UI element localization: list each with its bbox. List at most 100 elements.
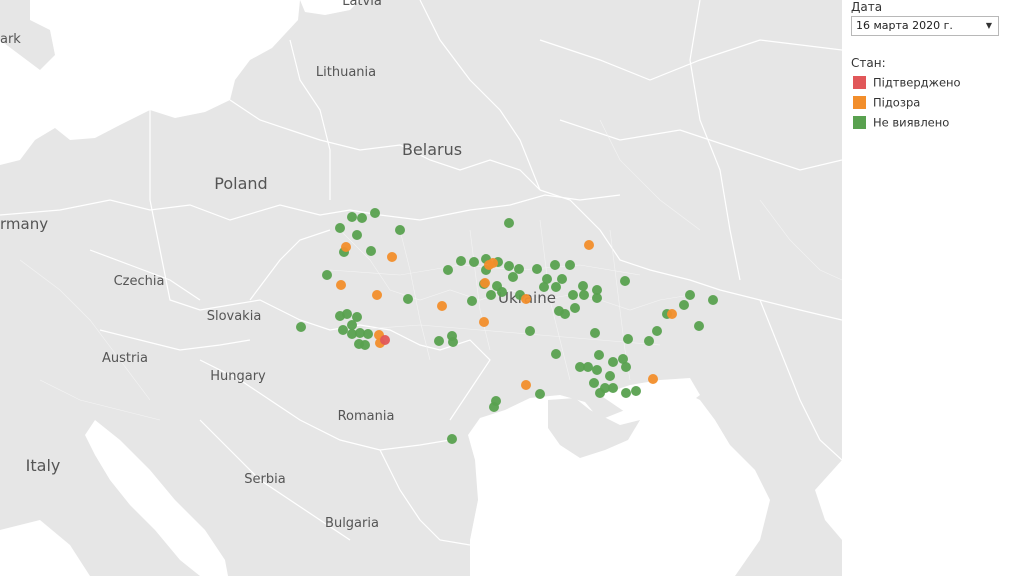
marker-suspected-15[interactable] xyxy=(648,374,658,384)
marker-not-detected-31[interactable] xyxy=(467,296,477,306)
marker-not-detected-81[interactable] xyxy=(535,389,545,399)
marker-not-detected-68[interactable] xyxy=(608,357,618,367)
marker-not-detected-4[interactable] xyxy=(352,230,362,240)
marker-not-detected-41[interactable] xyxy=(560,309,570,319)
marker-not-detected-52[interactable] xyxy=(354,339,364,349)
label-denmark: ark xyxy=(0,32,21,47)
label-poland: Poland xyxy=(214,174,267,193)
marker-suspected-14[interactable] xyxy=(521,380,531,390)
marker-suspected-7[interactable] xyxy=(437,301,447,311)
marker-not-detected-42[interactable] xyxy=(296,322,306,332)
marker-not-detected-6[interactable] xyxy=(366,246,376,256)
marker-not-detected-44[interactable] xyxy=(342,309,352,319)
marker-suspected-0[interactable] xyxy=(341,242,351,252)
marker-not-detected-77[interactable] xyxy=(608,383,618,393)
legend-label-suspected: Підозра xyxy=(873,95,921,110)
legend-item-suspected[interactable]: Підозра xyxy=(853,95,921,110)
date-dropdown-value: 16 марта 2020 г. xyxy=(856,19,953,32)
marker-not-detected-60[interactable] xyxy=(652,326,662,336)
marker-not-detected-67[interactable] xyxy=(594,350,604,360)
marker-not-detected-59[interactable] xyxy=(644,336,654,346)
dropdown-arrow-icon[interactable]: ▼ xyxy=(986,17,992,35)
marker-suspected-3[interactable] xyxy=(372,290,382,300)
marker-not-detected-63[interactable] xyxy=(685,290,695,300)
date-dropdown[interactable]: 16 марта 2020 г. ▼ xyxy=(851,16,999,36)
marker-suspected-5[interactable] xyxy=(488,258,498,268)
marker-not-detected-35[interactable] xyxy=(551,282,561,292)
marker-suspected-8[interactable] xyxy=(521,294,531,304)
marker-suspected-11[interactable] xyxy=(667,309,677,319)
marker-not-detected-30[interactable] xyxy=(486,290,496,300)
marker-not-detected-13[interactable] xyxy=(469,257,479,267)
marker-not-detected-56[interactable] xyxy=(525,326,535,336)
marker-confirmed-0[interactable] xyxy=(380,335,390,345)
date-filter-title: Дата xyxy=(851,0,883,14)
marker-not-detected-26[interactable] xyxy=(557,274,567,284)
marker-not-detected-73[interactable] xyxy=(592,365,602,375)
marker-not-detected-11[interactable] xyxy=(443,265,453,275)
side-panel: Дата 16 марта 2020 г. ▼ Стан: Підтвердже… xyxy=(842,0,1009,576)
marker-not-detected-47[interactable] xyxy=(338,325,348,335)
marker-not-detected-0[interactable] xyxy=(347,212,357,222)
marker-not-detected-9[interactable] xyxy=(403,294,413,304)
marker-suspected-1[interactable] xyxy=(387,252,397,262)
marker-not-detected-64[interactable] xyxy=(708,295,718,305)
marker-not-detected-19[interactable] xyxy=(532,264,542,274)
marker-not-detected-57[interactable] xyxy=(590,328,600,338)
marker-not-detected-17[interactable] xyxy=(504,261,514,271)
marker-suspected-2[interactable] xyxy=(336,280,346,290)
map-canvas[interactable]: Latvia Lithuania Belarus Poland rmany ar… xyxy=(0,0,842,576)
marker-not-detected-18[interactable] xyxy=(514,264,524,274)
marker-suspected-9[interactable] xyxy=(479,317,489,327)
marker-not-detected-21[interactable] xyxy=(565,260,575,270)
marker-not-detected-3[interactable] xyxy=(335,223,345,233)
marker-not-detected-2[interactable] xyxy=(370,208,380,218)
label-slovakia: Slovakia xyxy=(207,309,262,324)
marker-not-detected-27[interactable] xyxy=(578,281,588,291)
map-view[interactable]: Latvia Lithuania Belarus Poland rmany ar… xyxy=(0,0,842,576)
marker-not-detected-29[interactable] xyxy=(620,276,630,286)
legend-swatch-confirmed xyxy=(853,76,866,89)
marker-not-detected-72[interactable] xyxy=(583,362,593,372)
label-romania: Romania xyxy=(338,409,395,424)
legend-item-not-detected[interactable]: Не виявлено xyxy=(853,115,950,130)
marker-not-detected-12[interactable] xyxy=(456,256,466,266)
marker-not-detected-83[interactable] xyxy=(489,402,499,412)
marker-not-detected-20[interactable] xyxy=(550,260,560,270)
marker-not-detected-66[interactable] xyxy=(551,349,561,359)
legend-label-confirmed: Підтверджено xyxy=(873,75,961,90)
marker-not-detected-10[interactable] xyxy=(504,218,514,228)
marker-not-detected-74[interactable] xyxy=(605,371,615,381)
marker-not-detected-24[interactable] xyxy=(508,272,518,282)
marker-not-detected-55[interactable] xyxy=(447,331,457,341)
marker-not-detected-39[interactable] xyxy=(570,303,580,313)
marker-not-detected-32[interactable] xyxy=(497,287,507,297)
marker-suspected-10[interactable] xyxy=(584,240,594,250)
marker-not-detected-58[interactable] xyxy=(623,334,633,344)
marker-not-detected-70[interactable] xyxy=(621,362,631,372)
marker-not-detected-38[interactable] xyxy=(592,293,602,303)
legend-item-confirmed[interactable]: Підтверджено xyxy=(853,75,961,90)
label-czechia: Czechia xyxy=(114,274,165,289)
label-bulgaria: Bulgaria xyxy=(325,516,379,531)
marker-suspected-6[interactable] xyxy=(480,278,490,288)
marker-not-detected-34[interactable] xyxy=(539,282,549,292)
marker-not-detected-46[interactable] xyxy=(347,320,357,330)
marker-not-detected-50[interactable] xyxy=(363,329,373,339)
marker-not-detected-37[interactable] xyxy=(579,290,589,300)
marker-not-detected-78[interactable] xyxy=(621,388,631,398)
legend-swatch-not-detected xyxy=(853,116,866,129)
marker-not-detected-62[interactable] xyxy=(679,300,689,310)
marker-not-detected-36[interactable] xyxy=(568,290,578,300)
marker-not-detected-79[interactable] xyxy=(631,386,641,396)
marker-not-detected-65[interactable] xyxy=(694,321,704,331)
marker-not-detected-5[interactable] xyxy=(395,225,405,235)
legend-label-not-detected: Не виявлено xyxy=(873,115,950,130)
marker-not-detected-53[interactable] xyxy=(434,336,444,346)
marker-not-detected-84[interactable] xyxy=(447,434,457,444)
marker-not-detected-80[interactable] xyxy=(595,388,605,398)
marker-not-detected-75[interactable] xyxy=(589,378,599,388)
label-germany: rmany xyxy=(0,215,48,233)
marker-not-detected-1[interactable] xyxy=(357,213,367,223)
marker-not-detected-8[interactable] xyxy=(322,270,332,280)
